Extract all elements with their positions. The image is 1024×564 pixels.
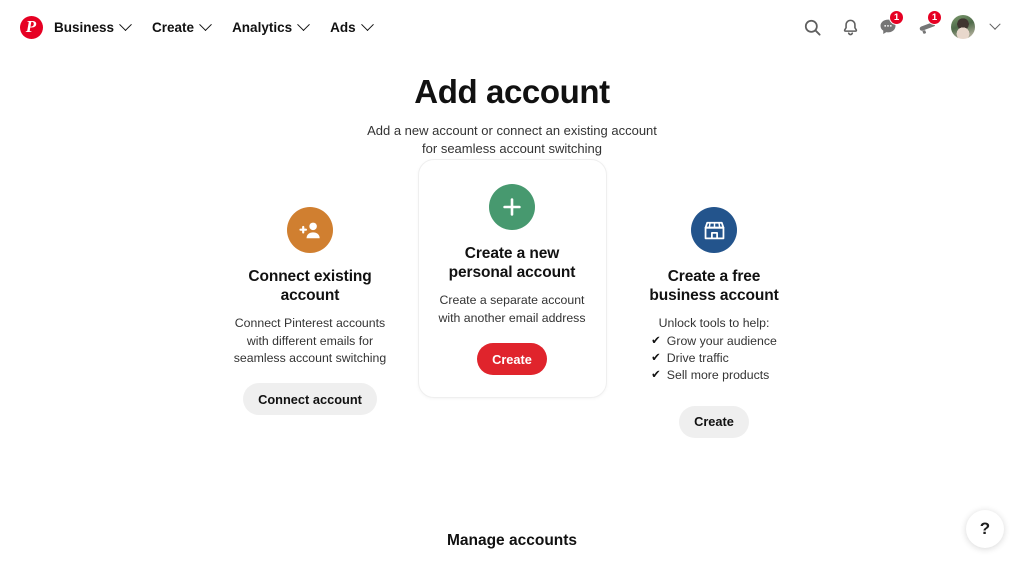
account-menu-button[interactable] [982, 12, 1008, 42]
benefit-label: Sell more products [666, 368, 770, 383]
chevron-down-icon [360, 17, 374, 31]
updates-button[interactable]: 1 [908, 9, 944, 45]
nav-left-group: P Business Create Analytics Ads [14, 10, 383, 44]
benefits-items: ✔ Grow your audience ✔ Drive traffic ✔ S… [651, 333, 777, 385]
card-create-business-account[interactable]: Create a free business account Unlock to… [620, 181, 808, 460]
create-personal-account-button[interactable]: Create [477, 343, 547, 375]
card-title: Create a free business account [649, 268, 779, 305]
search-button[interactable] [794, 9, 830, 45]
card-create-personal-account[interactable]: Create a new personal account Create a s… [417, 159, 607, 398]
help-button[interactable]: ? [966, 510, 1004, 548]
chevron-down-icon [199, 17, 212, 31]
page-title: Add account [414, 73, 610, 110]
notifications-button[interactable] [832, 9, 868, 45]
nav-item-create-label: Create [152, 19, 195, 35]
chevron-down-icon [297, 17, 310, 31]
list-item: ✔ Grow your audience [651, 333, 777, 350]
updates-badge: 1 [927, 10, 942, 25]
card-description: Connect Pinterest accounts with differen… [233, 316, 387, 365]
check-icon: ✔ [651, 369, 661, 382]
card-title: Create a new personal account [448, 245, 576, 282]
manage-accounts-section: Manage accounts You can change or conver… [0, 532, 1024, 564]
account-avatar-button[interactable] [946, 10, 980, 44]
nav-item-ads-label: Ads [330, 19, 356, 35]
benefit-label: Drive traffic [666, 351, 729, 365]
nav-item-business-label: Business [54, 19, 115, 35]
nav-item-ads[interactable]: Ads [319, 10, 383, 44]
list-item: ✔ Drive traffic [651, 350, 777, 367]
pinterest-logo-button[interactable]: P [14, 10, 48, 44]
check-icon: ✔ [651, 334, 661, 347]
page-subtitle: Add a new account or connect an existing… [367, 122, 657, 157]
nav-item-analytics[interactable]: Analytics [221, 10, 319, 44]
nav-item-analytics-label: Analytics [232, 19, 293, 35]
add-user-icon [287, 207, 333, 254]
check-icon: ✔ [651, 352, 661, 364]
nav-item-business[interactable]: Business [48, 10, 141, 44]
chevron-down-icon [989, 18, 1001, 30]
benefits-lead: Unlock tools to help: [658, 316, 770, 331]
card-benefits-list: Unlock tools to help: ✔ Grow your audien… [651, 315, 777, 385]
messages-button[interactable]: 1 [870, 9, 906, 45]
messages-badge: 1 [889, 10, 904, 25]
card-description: Create a separate account with another e… [438, 293, 586, 325]
manage-accounts-title: Manage accounts [446, 531, 578, 549]
page-content: Add account Add a new account or connect… [0, 54, 1024, 564]
create-business-account-button[interactable]: Create [679, 405, 749, 438]
benefit-label: Grow your audience [666, 333, 777, 348]
pinterest-logo-icon: P [19, 15, 43, 39]
account-options-row: Connect existing account Connect Pintere… [0, 159, 1024, 460]
chevron-down-icon [119, 17, 132, 31]
card-connect-existing-account[interactable]: Connect existing account Connect Pintere… [216, 181, 404, 438]
plus-icon [489, 184, 535, 231]
nav-right-group: 1 1 [794, 9, 1008, 45]
top-navigation-bar: P Business Create Analytics Ads 1 1 [0, 0, 1024, 54]
search-icon [804, 19, 821, 36]
list-item: ✔ Sell more products [651, 367, 777, 384]
connect-account-button[interactable]: Connect account [243, 383, 377, 416]
bell-icon [843, 19, 857, 35]
nav-item-create[interactable]: Create [141, 10, 221, 44]
card-title: Connect existing account [248, 268, 372, 305]
avatar [951, 15, 975, 39]
storefront-icon [691, 207, 737, 254]
